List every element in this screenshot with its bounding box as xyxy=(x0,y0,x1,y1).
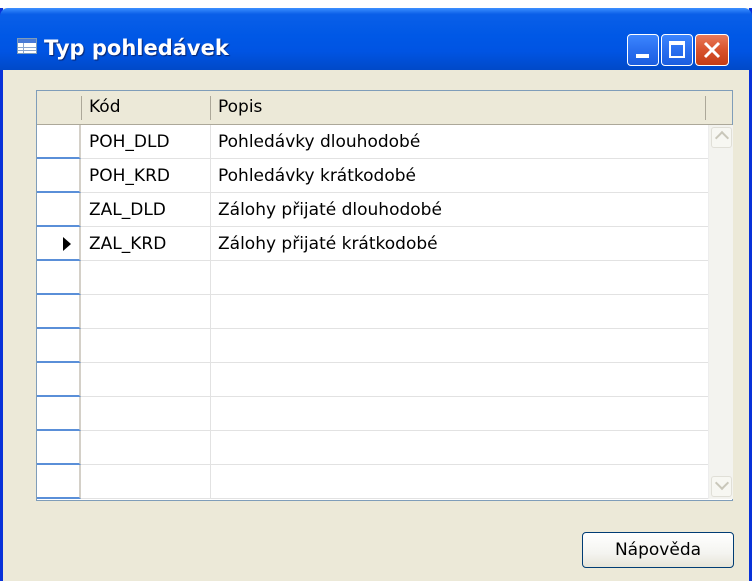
table-row[interactable] xyxy=(37,329,709,363)
table-row[interactable]: ZAL_KRD Zálohy přijaté krátkodobé xyxy=(37,227,709,261)
row-selector[interactable] xyxy=(37,431,81,465)
cell-description[interactable]: Zálohy přijaté dlouhodobé xyxy=(218,193,442,227)
current-row-indicator-icon xyxy=(63,237,71,251)
row-selector[interactable] xyxy=(37,227,81,261)
cell-code[interactable]: POH_DLD xyxy=(89,125,170,159)
chevron-down-icon xyxy=(714,475,730,491)
cell-description[interactable]: Pohledávky dlouhodobé xyxy=(218,125,420,159)
grid-header: Kód Popis xyxy=(37,91,732,125)
row-selector[interactable] xyxy=(37,329,81,363)
minimize-button[interactable] xyxy=(627,34,659,66)
table-row[interactable]: POH_KRD Pohledávky krátkodobé xyxy=(37,159,709,193)
row-selector[interactable] xyxy=(37,159,81,193)
row-selector[interactable] xyxy=(37,397,81,431)
table-row[interactable] xyxy=(37,295,709,329)
help-button[interactable]: Nápověda xyxy=(582,532,734,568)
table-row[interactable]: ZAL_DLD Zálohy přijaté dlouhodobé xyxy=(37,193,709,227)
table-row[interactable] xyxy=(37,261,709,295)
row-selector[interactable] xyxy=(37,363,81,397)
scroll-down-button[interactable] xyxy=(711,475,732,497)
vertical-scrollbar[interactable] xyxy=(708,125,733,499)
title-bar[interactable]: Typ pohledávek xyxy=(0,8,752,70)
cell-description[interactable]: Pohledávky krátkodobé xyxy=(218,159,416,193)
cell-code[interactable]: POH_KRD xyxy=(89,159,170,193)
column-header-code[interactable]: Kód xyxy=(81,91,210,124)
row-selector[interactable] xyxy=(37,465,81,499)
maximize-icon xyxy=(669,41,685,58)
cell-description[interactable]: Zálohy přijaté krátkodobé xyxy=(218,227,438,261)
chevron-up-icon xyxy=(714,130,730,146)
table-row[interactable] xyxy=(37,465,709,499)
table-row[interactable]: POH_DLD Pohledávky dlouhodobé xyxy=(37,125,709,159)
window-title: Typ pohledávek xyxy=(44,36,229,60)
row-selector[interactable] xyxy=(37,261,81,295)
row-selector[interactable] xyxy=(37,295,81,329)
row-selector[interactable] xyxy=(37,193,81,227)
table-row[interactable] xyxy=(37,397,709,431)
data-grid[interactable]: Kód Popis POH_DLD Pohledávky dlouhodobé PO… xyxy=(36,90,733,501)
scroll-up-button[interactable] xyxy=(711,127,732,148)
row-selector[interactable] xyxy=(37,125,81,159)
table-row[interactable] xyxy=(37,363,709,397)
cell-code[interactable]: ZAL_KRD xyxy=(89,227,166,261)
table-icon[interactable] xyxy=(17,38,37,54)
table-row[interactable] xyxy=(37,431,709,465)
column-header-description[interactable]: Popis xyxy=(210,91,705,124)
cell-code[interactable]: ZAL_DLD xyxy=(89,193,166,227)
header-selector-cell[interactable] xyxy=(37,91,81,124)
close-icon xyxy=(703,41,721,59)
minimize-icon xyxy=(636,54,649,58)
maximize-button[interactable] xyxy=(661,34,693,66)
close-button[interactable] xyxy=(695,34,729,66)
